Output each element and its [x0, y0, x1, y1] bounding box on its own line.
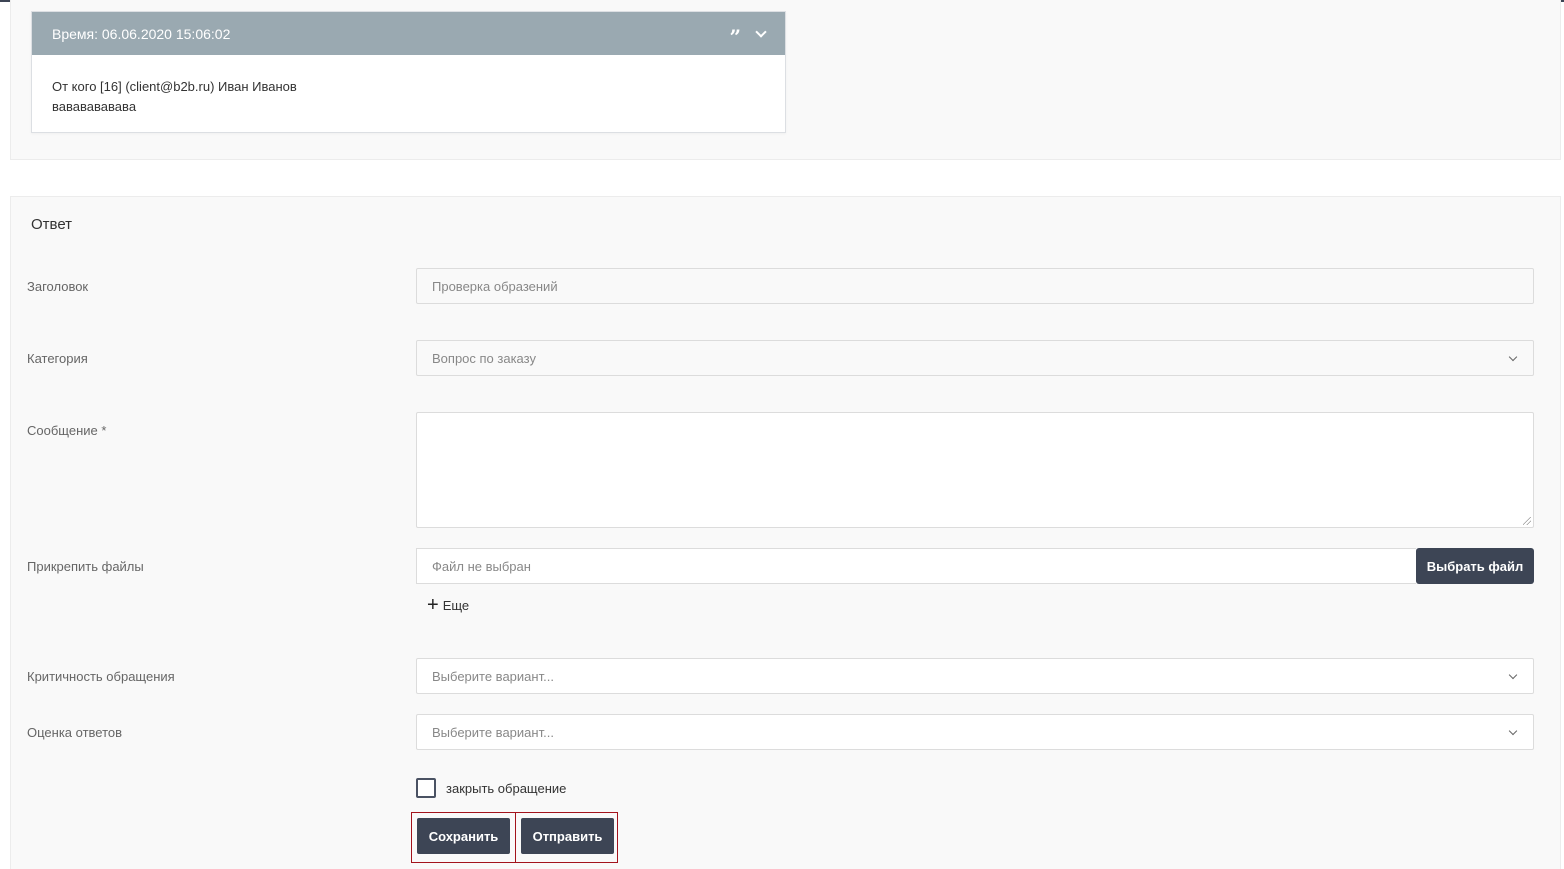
- reply-title: Ответ: [31, 216, 73, 233]
- rating-value: Выберите вариант...: [432, 724, 554, 740]
- category-label: Категория: [27, 351, 88, 366]
- chevron-down-icon: [1508, 726, 1518, 736]
- rating-label: Оценка ответов: [27, 725, 123, 740]
- subject-input[interactable]: Проверка образений: [416, 268, 1534, 304]
- send-button-highlight: Отправить: [515, 812, 618, 863]
- subject-value: Проверка образений: [432, 278, 558, 294]
- plus-icon: +: [427, 594, 439, 616]
- close-ticket-checkbox[interactable]: [416, 778, 436, 798]
- save-button-highlight: Сохранить: [411, 812, 516, 863]
- file-placeholder: Файл не выбран: [432, 558, 531, 574]
- rating-select[interactable]: Выберите вариант...: [416, 714, 1534, 750]
- message-card: Время: 06.06.2020 15:06:02 ” От кого [16…: [31, 11, 786, 133]
- message-sender: От кого [16] (client@b2b.ru) Иван Иванов: [52, 79, 297, 94]
- chevron-down-icon: [1508, 352, 1518, 362]
- message-textarea[interactable]: [416, 412, 1534, 528]
- resize-handle-icon[interactable]: [1523, 517, 1531, 525]
- message-label: Сообщение *: [27, 423, 107, 438]
- file-input[interactable]: Файл не выбран: [416, 548, 1416, 584]
- reply-form: Ответ Заголовок Проверка образений Катег…: [10, 196, 1561, 869]
- send-button[interactable]: Отправить: [521, 818, 614, 854]
- category-value: Вопрос по заказу: [432, 350, 536, 366]
- message-time: Время: 06.06.2020 15:06:02: [52, 25, 231, 42]
- choose-file-button[interactable]: Выбрать файл: [1416, 548, 1534, 584]
- message-header: Время: 06.06.2020 15:06:02 ”: [32, 12, 785, 55]
- chevron-down-icon: [1508, 670, 1518, 680]
- more-label: Еще: [442, 597, 470, 613]
- message-actions: ”: [729, 21, 767, 47]
- save-button[interactable]: Сохранить: [417, 818, 510, 854]
- criticality-value: Выберите вариант...: [432, 668, 554, 684]
- quote-icon[interactable]: ”: [729, 27, 741, 47]
- add-more-files-link[interactable]: + Еще: [427, 595, 469, 615]
- close-ticket-label[interactable]: закрыть обращение: [446, 781, 566, 796]
- message-body: От кого [16] (client@b2b.ru) Иван Иванов…: [32, 55, 785, 139]
- chevron-down-icon[interactable]: [755, 25, 767, 38]
- close-ticket-row: закрыть обращение: [416, 778, 566, 798]
- message-text: вавававававa: [52, 99, 137, 114]
- subject-label: Заголовок: [27, 279, 89, 294]
- criticality-select[interactable]: Выберите вариант...: [416, 658, 1534, 694]
- category-select[interactable]: Вопрос по заказу: [416, 340, 1534, 376]
- criticality-label: Критичность обращения: [27, 669, 175, 684]
- attach-label: Прикрепить файлы: [27, 559, 144, 574]
